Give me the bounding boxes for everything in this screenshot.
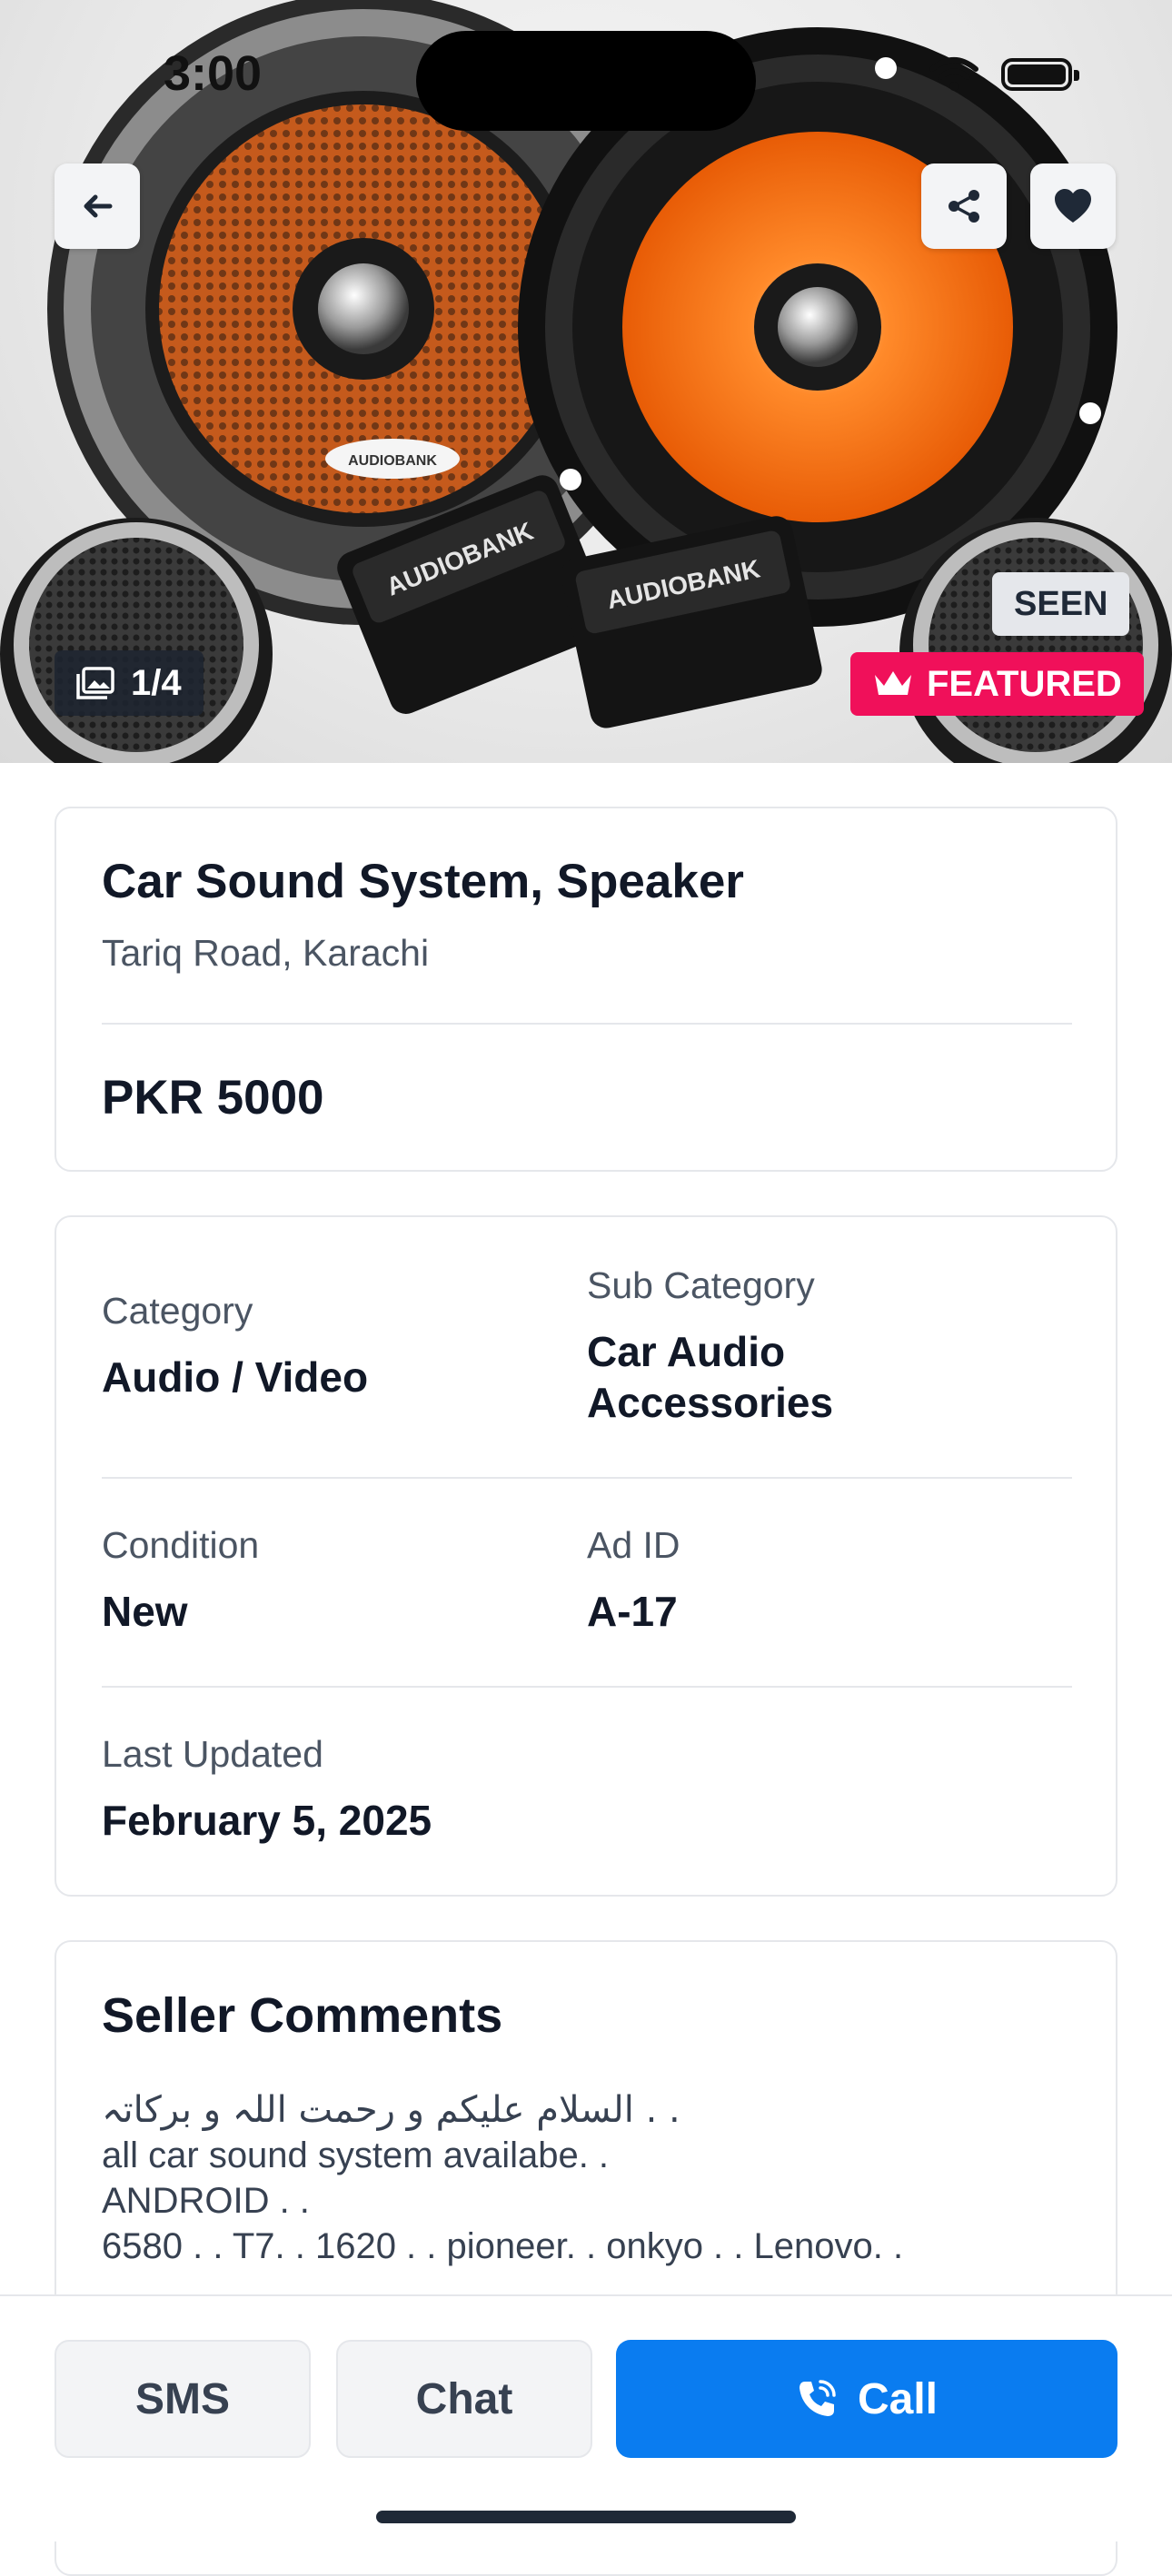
- seller-comments-body: السلام علیکم و رحمت اللہ و برکاتہ . . al…: [102, 2087, 1072, 2269]
- seller-comments-title: Seller Comments: [102, 1988, 503, 2043]
- bottom-action-bar: SMS Chat Call: [0, 2294, 1172, 2541]
- dynamic-island: [416, 31, 756, 131]
- condition-label: Condition: [102, 1524, 260, 1566]
- last-updated-label: Last Updated: [102, 1733, 323, 1775]
- photo-counter-text: 1/4: [131, 662, 182, 703]
- svg-text:AUDIOBANK: AUDIOBANK: [348, 453, 437, 469]
- product-image[interactable]: AUDIOBANK AUDIOBANK AUDIOBANK 3:00 1/4 S…: [0, 0, 1172, 763]
- condition-value: New: [102, 1588, 188, 1635]
- listing-location: Tariq Road, Karachi: [102, 932, 430, 974]
- adid-label: Ad ID: [587, 1524, 680, 1566]
- listing-price: PKR 5000: [102, 1071, 324, 1125]
- status-time: 3:00: [164, 46, 263, 101]
- back-button[interactable]: [55, 163, 140, 249]
- seen-badge: SEEN: [992, 572, 1130, 636]
- arrow-left-icon: [84, 194, 113, 218]
- listing-details-card: Category Audio / Video Sub Category Car …: [55, 1215, 1117, 1897]
- crown-icon: [875, 671, 911, 695]
- image-icon: [76, 667, 114, 699]
- category-label: Category: [102, 1290, 253, 1332]
- listing-summary-card: Car Sound System, Speaker Tariq Road, Ka…: [55, 807, 1117, 1172]
- comment-line: 6580 . . T7. . 1620 . . pioneer. . onkyo…: [102, 2226, 904, 2266]
- photo-counter[interactable]: 1/4: [55, 650, 204, 716]
- sms-button[interactable]: SMS: [55, 2340, 311, 2458]
- chat-button[interactable]: Chat: [336, 2340, 592, 2458]
- share-button[interactable]: [921, 163, 1007, 249]
- divider: [102, 1477, 1072, 1479]
- call-button-label: Call: [857, 2374, 939, 2423]
- divider: [102, 1686, 1072, 1688]
- subcategory-label: Sub Category: [587, 1264, 815, 1306]
- category-value: Audio / Video: [102, 1353, 369, 1401]
- chat-button-label: Chat: [415, 2374, 513, 2423]
- phone-icon: [799, 2380, 836, 2416]
- comment-line: السلام علیکم و رحمت اللہ و برکاتہ . .: [102, 2089, 680, 2131]
- home-indicator: [376, 2511, 796, 2523]
- divider: [102, 1023, 1072, 1025]
- sms-button-label: SMS: [134, 2374, 230, 2423]
- call-button[interactable]: Call: [616, 2340, 1117, 2458]
- status-icons: [929, 56, 1079, 93]
- wifi-icon: [929, 57, 978, 91]
- share-icon: [949, 190, 979, 223]
- subcategory-value-line2: Accessories: [587, 1379, 834, 1426]
- featured-label: FEATURED: [927, 663, 1122, 704]
- comment-line: ANDROID . .: [102, 2181, 310, 2221]
- last-updated-value: February 5, 2025: [102, 1797, 432, 1844]
- status-bar: 3:00: [0, 0, 1172, 131]
- favorite-button[interactable]: [1030, 163, 1116, 249]
- heart-icon: [1055, 189, 1091, 223]
- listing-title: Car Sound System, Speaker: [102, 855, 744, 908]
- adid-value: A-17: [587, 1588, 678, 1635]
- comment-line: all car sound system availabe. .: [102, 2135, 610, 2175]
- subcategory-value-line1: Car Audio: [587, 1328, 786, 1375]
- battery-icon: [1001, 58, 1079, 91]
- subcategory-value: Car Audio Accessories: [587, 1326, 833, 1428]
- featured-badge: FEATURED: [850, 652, 1144, 716]
